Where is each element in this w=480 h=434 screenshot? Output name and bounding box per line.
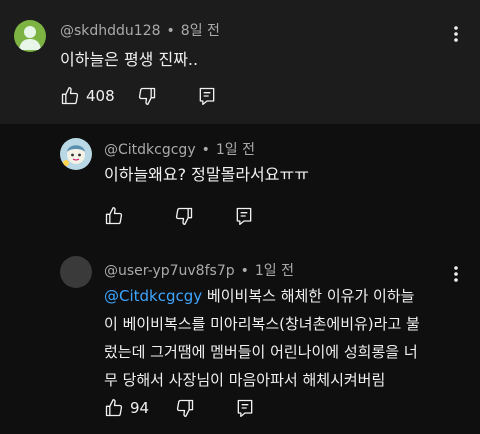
more-options-button[interactable] <box>446 22 466 46</box>
comment-text: @Citdkcgcgy 베이비복스 해체한 이유가 이하늘 이 베이비복스를 미… <box>104 282 420 394</box>
thumbs-up-icon <box>105 399 123 417</box>
reply-button[interactable] <box>234 206 254 226</box>
more-options-button[interactable] <box>446 262 466 286</box>
like-button[interactable] <box>104 206 124 226</box>
cartoon-avatar-icon <box>60 138 92 170</box>
more-vert-icon <box>454 266 458 282</box>
like-button[interactable]: 408 <box>60 86 115 106</box>
dislike-button[interactable] <box>175 398 195 418</box>
mention-link[interactable]: @Citdkcgcgy <box>104 287 202 305</box>
comment-actions <box>104 204 254 228</box>
thumbs-down-icon <box>138 87 155 106</box>
meta-separator: • <box>240 263 249 279</box>
thumbs-down-icon <box>176 399 194 417</box>
comment-line: 렀는데 그거땜에 멤버들이 어린나이에 성희롱을 너 <box>104 343 418 361</box>
comment-author[interactable]: @user-yp7uv8fs7p <box>104 263 235 279</box>
dislike-button[interactable] <box>137 86 157 106</box>
avatar[interactable] <box>60 256 92 288</box>
thumbs-up-icon <box>105 207 123 225</box>
more-vert-icon <box>454 26 458 42</box>
comment-author[interactable]: @skdhddu128 <box>60 23 161 39</box>
comment-time[interactable]: 8일 전 <box>181 23 220 39</box>
reply-button[interactable] <box>235 398 255 418</box>
comment-time[interactable]: 1일 전 <box>216 142 255 158</box>
comment-text: 이하늘왜요? 정말몰라서요ㅠㅠ <box>104 165 309 184</box>
comment-text: 이하늘은 평생 진짜.. <box>60 50 199 69</box>
reply-icon <box>237 399 253 417</box>
comment-line: 이 베이비복스를 미아리복스(창녀촌에비유)라고 불 <box>104 315 420 333</box>
dislike-button[interactable] <box>174 206 194 226</box>
user-avatar-icon <box>60 256 92 288</box>
reply-icon <box>236 207 252 225</box>
comment-line: 무 당해서 사장님이 마음아파서 해체시켜버림 <box>104 371 386 389</box>
comment-time[interactable]: 1일 전 <box>255 263 294 279</box>
thumbs-down-icon <box>175 207 193 225</box>
reply-icon <box>199 87 214 106</box>
comment-line: 베이비복스 해체한 이유가 이하늘 <box>202 287 415 305</box>
like-button[interactable]: 94 <box>104 398 149 418</box>
avatar[interactable] <box>14 20 46 52</box>
meta-separator: • <box>201 142 210 158</box>
thumbs-up-icon <box>61 87 79 105</box>
like-count: 94 <box>130 399 150 417</box>
avatar[interactable] <box>60 138 92 170</box>
default-avatar-icon <box>14 20 46 52</box>
comment-meta: @user-yp7uv8fs7p • 1일 전 <box>104 260 294 280</box>
comment-meta: @skdhddu128 • 8일 전 <box>60 20 220 40</box>
comment-meta: @Citdkcgcgy • 1일 전 <box>104 139 255 159</box>
like-count: 408 <box>86 87 115 105</box>
comment-actions: 408 <box>60 84 217 108</box>
comment-author[interactable]: @Citdkcgcgy <box>104 142 196 158</box>
comment-actions: 94 <box>104 396 255 420</box>
meta-separator: • <box>166 23 175 39</box>
reply-button[interactable] <box>197 86 217 106</box>
